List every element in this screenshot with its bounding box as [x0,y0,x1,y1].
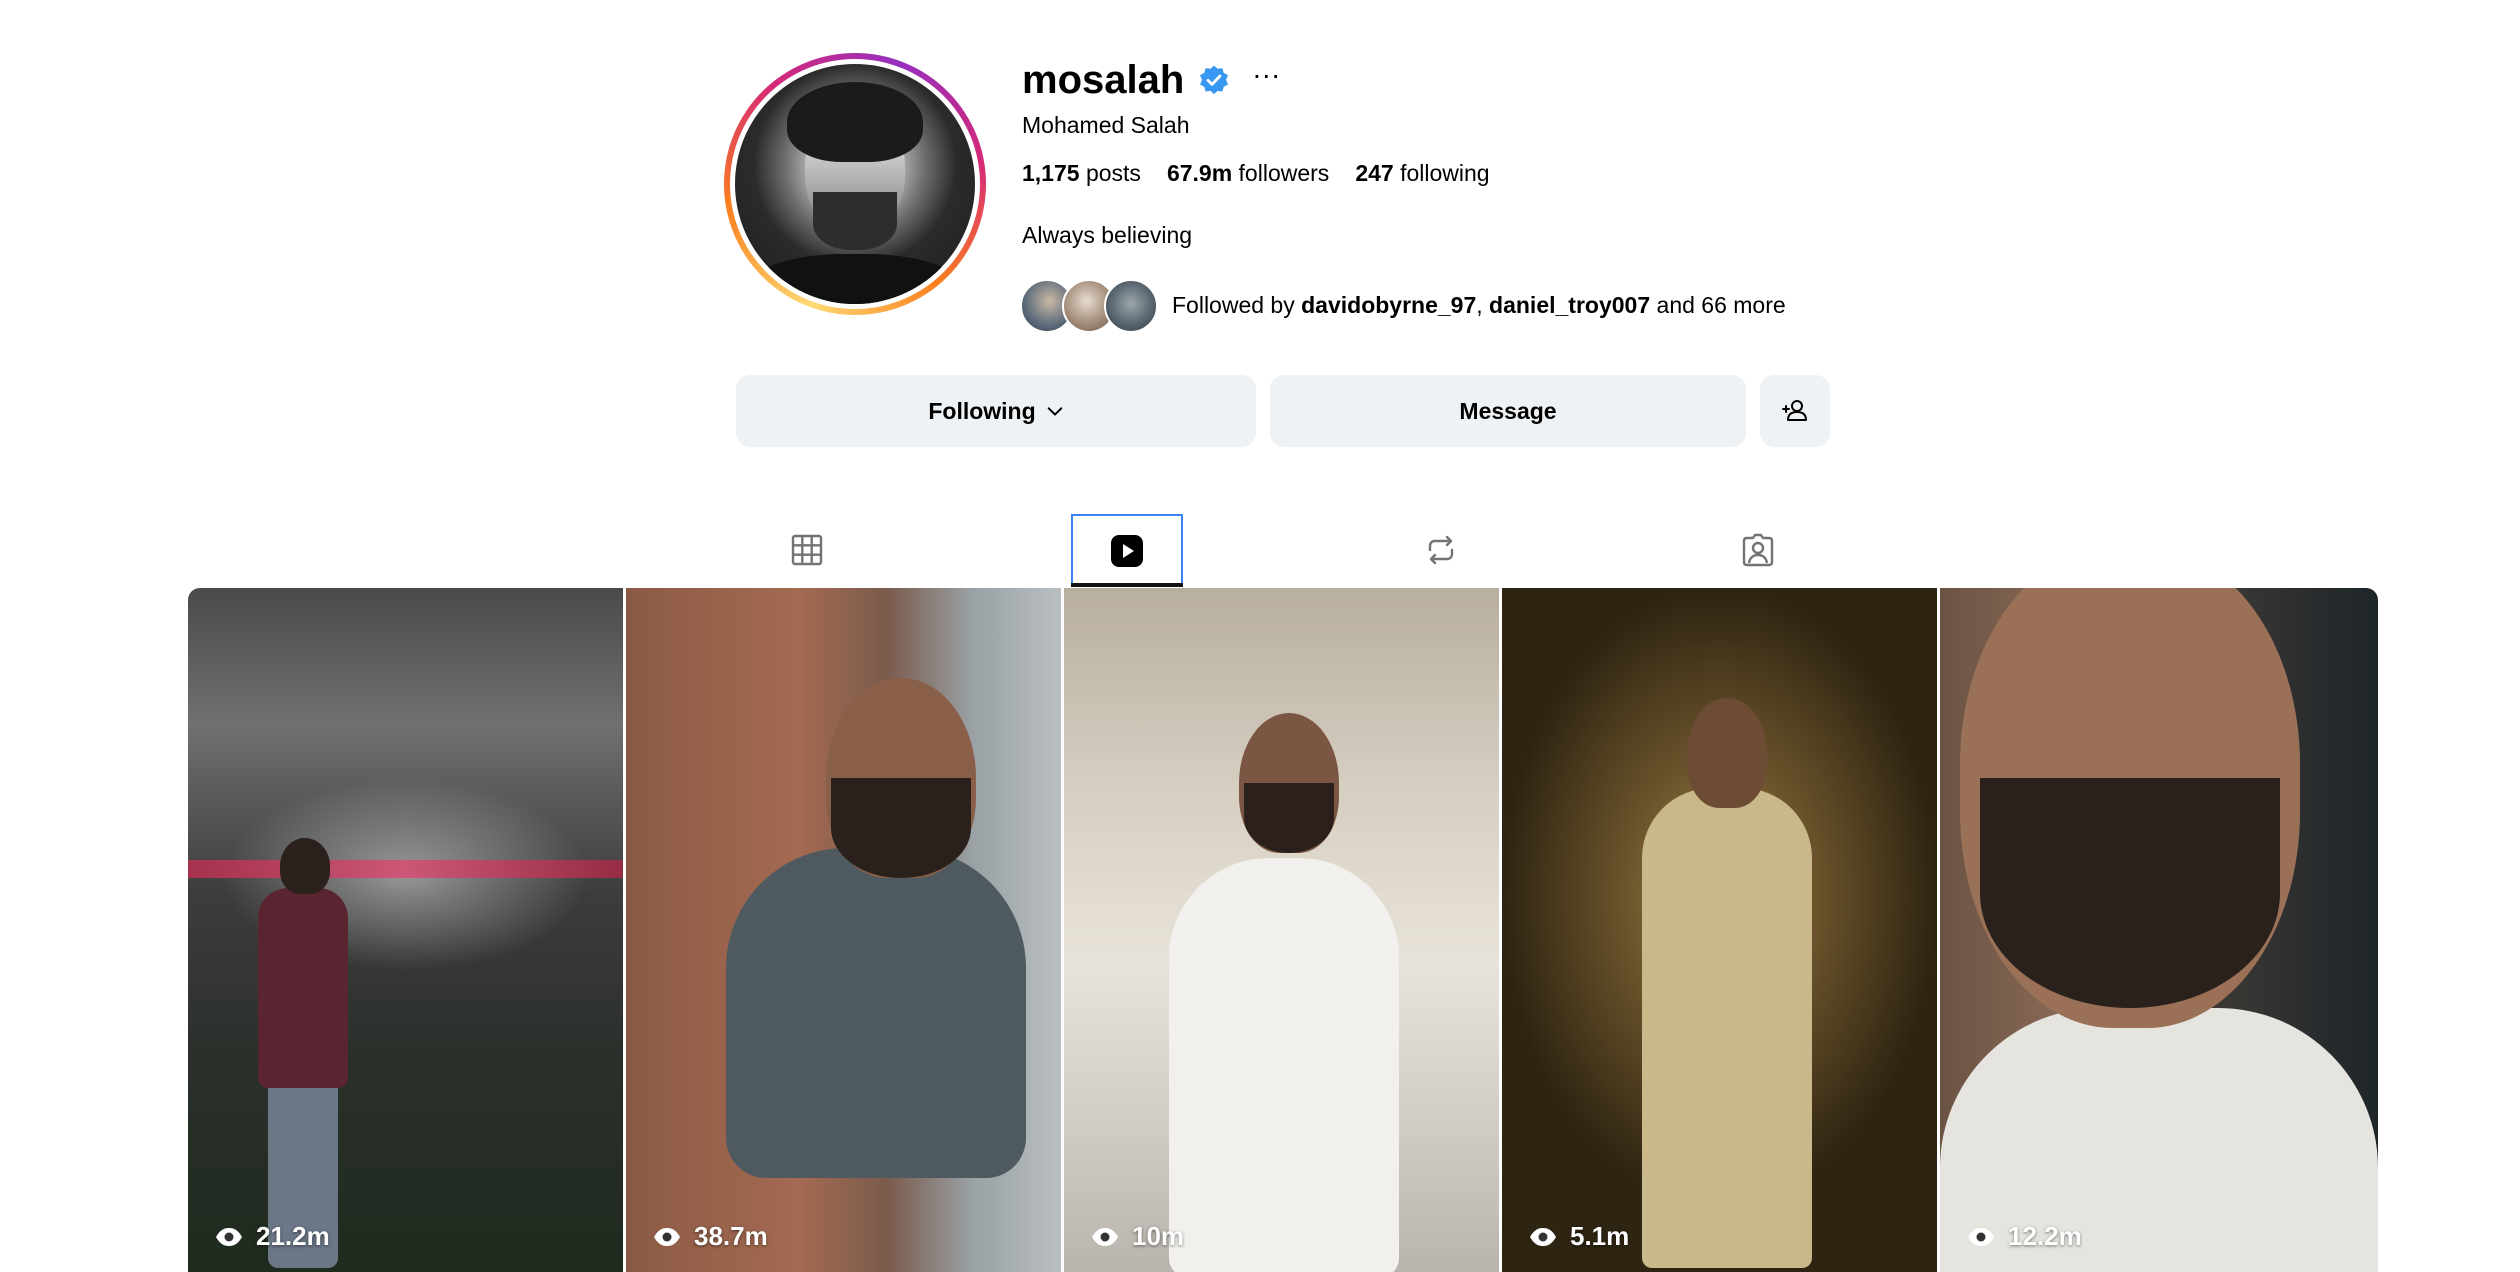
mutual-avatar-3 [1104,279,1158,333]
person-head [1687,698,1767,808]
person-beard [831,778,971,878]
reel-thumbnail[interactable]: 21.2m [188,588,623,1272]
reel-view-count: 10m [1090,1221,1184,1252]
eye-icon [1092,1227,1118,1246]
reel-views-text: 21.2m [256,1221,330,1251]
username-row: mosalah ··· [1022,52,1280,108]
reel-views-text: 38.7m [694,1221,768,1251]
reel-view-count: 21.2m [214,1221,330,1252]
eye-icon [1968,1227,1994,1246]
reels-grid: 21.2m 38.7m 10m 5.1m 12.2m [188,588,2378,1272]
followers-stat[interactable]: 67.9m followers [1167,160,1329,187]
followers-label: followers [1238,160,1330,186]
bio: Always believing [1022,222,1193,248]
tab-posts[interactable] [753,514,861,586]
reel-thumbnail[interactable]: 38.7m [626,588,1061,1272]
followed-by-user-2[interactable]: daniel_troy007 [1489,292,1650,318]
reel-views-text: 12.2m [2008,1221,2082,1251]
message-button-label: Message [1459,397,1557,424]
person-beard [1244,783,1334,853]
mutual-followers-avatars [1020,278,1170,333]
followed-by-user-1[interactable]: davidobyrne_97 [1301,292,1476,318]
followed-by-separator: , [1476,291,1490,318]
person-body [1169,858,1399,1272]
reel-view-count: 12.2m [1966,1221,2082,1252]
eye-icon [216,1227,242,1246]
reels-icon [1111,535,1143,567]
reel-thumbnail[interactable]: 5.1m [1502,588,1937,1272]
person-body [726,848,1026,1178]
verified-badge-icon [1200,65,1229,95]
profile-avatar-story-ring[interactable] [724,53,986,315]
reel-view-count: 38.7m [652,1221,768,1252]
following-count: 247 [1355,160,1394,186]
profile-stats: 1,175 posts 67.9m followers 247 followin… [1022,160,1490,187]
chevron-down-icon [1047,407,1062,416]
avatar-beard [813,192,897,250]
following-stat[interactable]: 247 following [1355,160,1489,187]
more-options-icon[interactable]: ··· [1252,61,1280,99]
reposts-icon [1428,535,1454,565]
followed-by-suffix: and 66 more [1650,291,1786,318]
reel-thumbnail[interactable]: 12.2m [1940,588,2378,1272]
reel-views-text: 5.1m [1570,1221,1630,1251]
active-tab-indicator [1071,583,1183,587]
grid-icon [791,534,823,566]
message-button[interactable]: Message [1270,375,1746,447]
posts-stat: 1,175 posts [1022,160,1141,187]
reel-thumbnail[interactable]: 10m [1064,588,1499,1272]
following-button[interactable]: Following [736,375,1256,447]
eye-icon [654,1227,680,1246]
tab-tagged[interactable] [1704,514,1812,586]
tab-reels[interactable] [1071,514,1183,586]
eye-icon [1530,1227,1556,1246]
tab-reposts[interactable] [1387,514,1495,586]
player-head [280,838,330,894]
username: mosalah [1022,57,1185,102]
full-name: Mohamed Salah [1022,112,1190,138]
stadium-banner [188,860,623,878]
followed-by-row[interactable]: Followed by davidobyrne_97, daniel_troy0… [1020,278,1786,333]
avatar[interactable] [735,64,975,304]
person-body [1642,788,1812,1268]
reel-view-count: 5.1m [1528,1221,1629,1252]
posts-label: posts [1085,160,1141,186]
followers-count: 67.9m [1166,160,1233,186]
avatar-hair [787,82,923,162]
tagged-icon [1742,533,1774,567]
avatar-shirt [745,254,965,304]
followed-by-text: Followed by davidobyrne_97, daniel_troy0… [1172,292,1786,319]
reel-views-text: 10m [1132,1221,1185,1251]
following-label: following [1400,160,1490,186]
player-shirt [258,888,348,1088]
posts-count: 1,175 [1022,160,1080,186]
suggested-users-button[interactable] [1760,375,1830,447]
following-button-label: Following [928,397,1036,424]
add-user-icon [1782,400,1807,421]
person-beard [1980,778,2280,1008]
followed-by-prefix: Followed by [1172,291,1302,318]
